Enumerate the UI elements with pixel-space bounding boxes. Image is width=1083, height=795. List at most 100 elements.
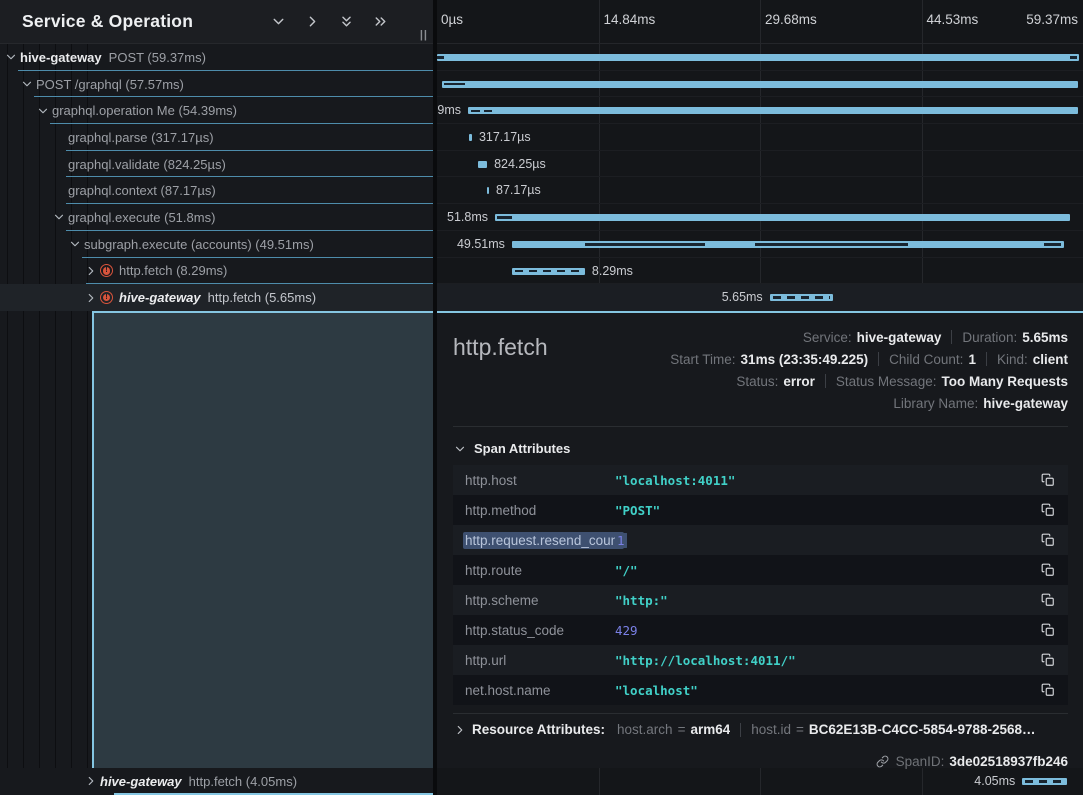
timeline-row: 54.39ms	[437, 97, 1083, 124]
timeline-row: 4.05ms	[437, 768, 1083, 795]
attribute-key: net.host.name	[465, 683, 615, 698]
span-meta: Service:hive-gatewayDuration:5.65msStart…	[670, 326, 1068, 414]
timeline-row	[437, 44, 1083, 71]
attribute-row: http.status_code429	[453, 615, 1068, 645]
span-tree-row[interactable]: hive-gatewayhttp.fetch (4.05ms)	[0, 768, 433, 795]
meta-label: Start Time:	[670, 352, 735, 367]
attribute-key: http.status_code	[465, 623, 615, 638]
span-duration-label: 4.05ms	[974, 774, 1015, 788]
span-duration-label: 49.51ms	[457, 237, 505, 251]
copy-icon[interactable]	[1040, 562, 1056, 578]
timeline-panel: 0µs14.84ms29.68ms44.53ms59.37ms 57.57ms5…	[437, 0, 1083, 795]
span-bar-child-marker	[1070, 56, 1077, 59]
copy-icon[interactable]	[1040, 622, 1056, 638]
span-duration-label: 54.39ms	[437, 103, 461, 117]
span-tree-rows: hive-gateway POST (59.37ms) POST /graphql …	[0, 44, 433, 311]
chevron-down-icon[interactable]	[4, 50, 18, 64]
copy-icon[interactable]	[1040, 652, 1056, 668]
chevron-down-icon[interactable]	[68, 237, 82, 251]
span-title: http.fetch	[453, 334, 548, 361]
copy-icon[interactable]	[1040, 682, 1056, 698]
span-tree-row[interactable]: graphql.execute (51.8ms)	[0, 204, 433, 231]
span-tree-row[interactable]: !http.fetch (8.29ms)	[0, 258, 433, 285]
meta-value: error	[783, 374, 815, 389]
operation-label: POST (59.37ms)	[109, 50, 206, 65]
timeline-row: 87.17µs	[437, 177, 1083, 204]
chevron-down-icon[interactable]	[36, 104, 50, 118]
meta-label: Service:	[803, 330, 852, 345]
chevron-right-icon[interactable]	[84, 291, 98, 305]
copy-icon[interactable]	[1040, 592, 1056, 608]
span-bar[interactable]	[495, 214, 1070, 221]
chevron-right-icon[interactable]	[304, 13, 321, 30]
span-bar-pattern	[1025, 780, 1064, 783]
equals-sign: =	[796, 722, 804, 737]
meta-value: 5.65ms	[1022, 330, 1068, 345]
chevron-down-icon	[453, 442, 467, 456]
tree-indent-gutter	[0, 311, 92, 768]
copy-icon[interactable]	[1040, 502, 1056, 518]
chevrons-right-icon[interactable]	[372, 13, 389, 30]
span-bar[interactable]	[437, 54, 1079, 61]
span-bar[interactable]	[442, 81, 1078, 88]
attribute-key: http.url	[465, 653, 615, 668]
attribute-value: "localhost"	[615, 683, 1040, 698]
timeline-row: 57.57ms	[437, 71, 1083, 98]
grid-line	[760, 0, 761, 43]
chevron-down-icon[interactable]	[52, 210, 66, 224]
span-tree-panel: Service & Operation || hive-gateway POST …	[0, 0, 433, 795]
span-bar-child-marker	[437, 56, 444, 59]
tree-header: Service & Operation ||	[0, 0, 433, 44]
attribute-value: "/"	[615, 563, 1040, 578]
meta-divider	[878, 352, 879, 366]
span-tree-row[interactable]: graphql.parse (317.17µs)	[0, 124, 433, 151]
time-tick-label: 44.53ms	[927, 12, 979, 27]
chevron-right-icon[interactable]	[84, 774, 98, 788]
span-bar[interactable]	[487, 187, 489, 194]
span-tree-row[interactable]: subgraph.execute (accounts) (49.51ms)	[0, 231, 433, 258]
attribute-value: "http:"	[615, 593, 1040, 608]
span-bar[interactable]	[469, 134, 472, 141]
panel-resize-handle[interactable]: ||	[420, 29, 428, 41]
span-attributes-header[interactable]: Span Attributes	[453, 441, 1068, 456]
attribute-key: http.route	[465, 563, 615, 578]
chevron-right-icon	[453, 723, 467, 737]
operation-label: POST /graphql (57.57ms)	[36, 77, 184, 92]
meta-value: 31ms (23:35:49.225)	[741, 352, 869, 367]
link-icon[interactable]	[876, 754, 890, 768]
span-duration-label: 51.8ms	[447, 210, 488, 224]
resource-value: arm64	[690, 722, 730, 737]
chevron-down-icon[interactable]	[270, 13, 287, 30]
span-tree-row[interactable]: graphql.operation Me (54.39ms)	[0, 97, 433, 124]
meta-label: Kind:	[997, 352, 1028, 367]
meta-value: hive-gateway	[983, 396, 1068, 411]
attribute-key: http.scheme	[465, 593, 615, 608]
span-bar[interactable]	[512, 268, 585, 275]
span-tree-row[interactable]: graphql.context (87.17µs)	[0, 177, 433, 204]
meta-label: Child Count:	[889, 352, 963, 367]
meta-divider	[986, 352, 987, 366]
attribute-value: 1	[615, 533, 1040, 548]
resource-value: BC62E13B-C4CC-5854-9788-2568…	[809, 722, 1036, 737]
span-bar[interactable]	[770, 294, 833, 301]
chevrons-down-icon[interactable]	[338, 13, 355, 30]
copy-icon[interactable]	[1040, 532, 1056, 548]
row-underline	[114, 793, 433, 795]
span-bar[interactable]	[478, 161, 487, 168]
span-tree-row[interactable]: !hive-gatewayhttp.fetch (5.65ms)	[0, 284, 433, 311]
chevron-down-icon[interactable]	[20, 77, 34, 91]
span-tree-row[interactable]: POST /graphql (57.57ms)	[0, 71, 433, 98]
attribute-value: "localhost:4011"	[615, 473, 1040, 488]
copy-icon[interactable]	[1040, 472, 1056, 488]
chevron-right-icon[interactable]	[84, 264, 98, 278]
attribute-row: http.request.resend_count1	[453, 525, 1068, 555]
span-bar[interactable]	[468, 107, 1078, 114]
meta-divider	[740, 723, 741, 737]
time-tick-label: 29.68ms	[765, 12, 817, 27]
service-name: hive-gateway	[20, 50, 102, 65]
resource-attributes-row[interactable]: Resource Attributes: host.arch=arm64host…	[453, 713, 1068, 745]
span-tree-row[interactable]: graphql.validate (824.25µs)	[0, 151, 433, 178]
service-name: hive-gateway	[100, 774, 182, 789]
span-bar[interactable]	[1022, 778, 1067, 785]
span-tree-row[interactable]: hive-gateway POST (59.37ms)	[0, 44, 433, 71]
